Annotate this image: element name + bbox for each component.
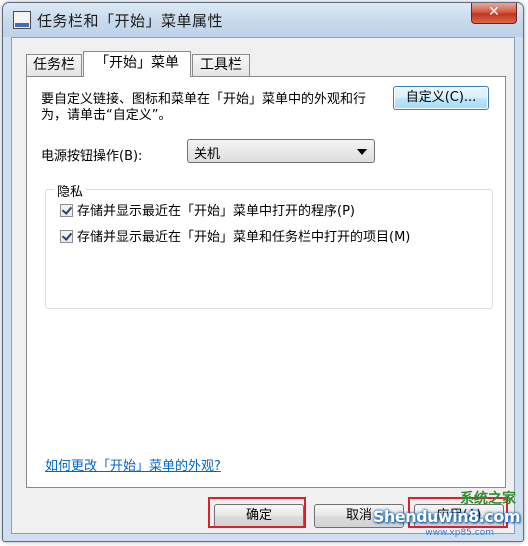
properties-window: 任务栏和「开始」菜单属性 ✕ 任务栏 「开始」菜单 工具栏 要自定义链接、图标和… <box>2 2 524 542</box>
watermark-subtext: www.xp85.com <box>425 528 494 538</box>
ok-button[interactable]: 确定 <box>214 504 304 528</box>
taskbar-window-icon <box>13 11 31 29</box>
watermark-cn-text: 系统之家 <box>460 491 516 507</box>
start-menu-panel: 要自定义链接、图标和菜单在「开始」菜单中的外观和行为，请单击“自定义”。 自定义… <box>26 76 506 488</box>
title-bar[interactable]: 任务栏和「开始」菜单属性 ✕ <box>3 3 523 37</box>
power-button-label: 电源按钮操作(B): <box>41 149 143 164</box>
customize-description: 要自定义链接、图标和菜单在「开始」菜单中的外观和行为，请单击“自定义”。 <box>41 92 367 123</box>
dialog-client-area: 任务栏 「开始」菜单 工具栏 要自定义链接、图标和菜单在「开始」菜单中的外观和行… <box>11 37 515 534</box>
tab-taskbar[interactable]: 任务栏 <box>26 54 82 76</box>
tab-start-menu[interactable]: 「开始」菜单 <box>83 51 191 77</box>
close-button[interactable]: ✕ <box>471 3 517 24</box>
chevron-down-icon <box>357 149 367 155</box>
power-button-value: 关机 <box>194 147 221 162</box>
recent-programs-checkbox[interactable] <box>60 204 73 217</box>
power-button-select[interactable]: 关机 <box>187 139 375 163</box>
customize-button[interactable]: 自定义(C)... <box>393 86 489 110</box>
site-watermark: 系统之家 Shenduwin8.com www.xp85.com <box>373 491 524 542</box>
watermark-text: Shenduwin8.com <box>372 507 521 526</box>
recent-items-label: 存储并显示最近在「开始」菜单和任务栏中打开的项目(M) <box>77 230 411 245</box>
privacy-group-title: 隐私 <box>54 181 87 200</box>
privacy-group: 隐私 存储并显示最近在「开始」菜单中打开的程序(P) 存储并显示最近在「开始」菜… <box>45 181 493 309</box>
start-menu-help-link[interactable]: 如何更改「开始」菜单的外观? <box>45 455 221 474</box>
window-title: 任务栏和「开始」菜单属性 <box>37 12 224 30</box>
recent-items-checkbox[interactable] <box>60 230 73 243</box>
tab-toolbars[interactable]: 工具栏 <box>192 54 250 76</box>
privacy-recent-items-row[interactable]: 存储并显示最近在「开始」菜单和任务栏中打开的项目(M) <box>60 230 410 246</box>
recent-programs-label: 存储并显示最近在「开始」菜单中打开的程序(P) <box>77 204 355 219</box>
close-icon: ✕ <box>488 4 500 20</box>
privacy-recent-programs-row[interactable]: 存储并显示最近在「开始」菜单中打开的程序(P) <box>60 204 355 220</box>
